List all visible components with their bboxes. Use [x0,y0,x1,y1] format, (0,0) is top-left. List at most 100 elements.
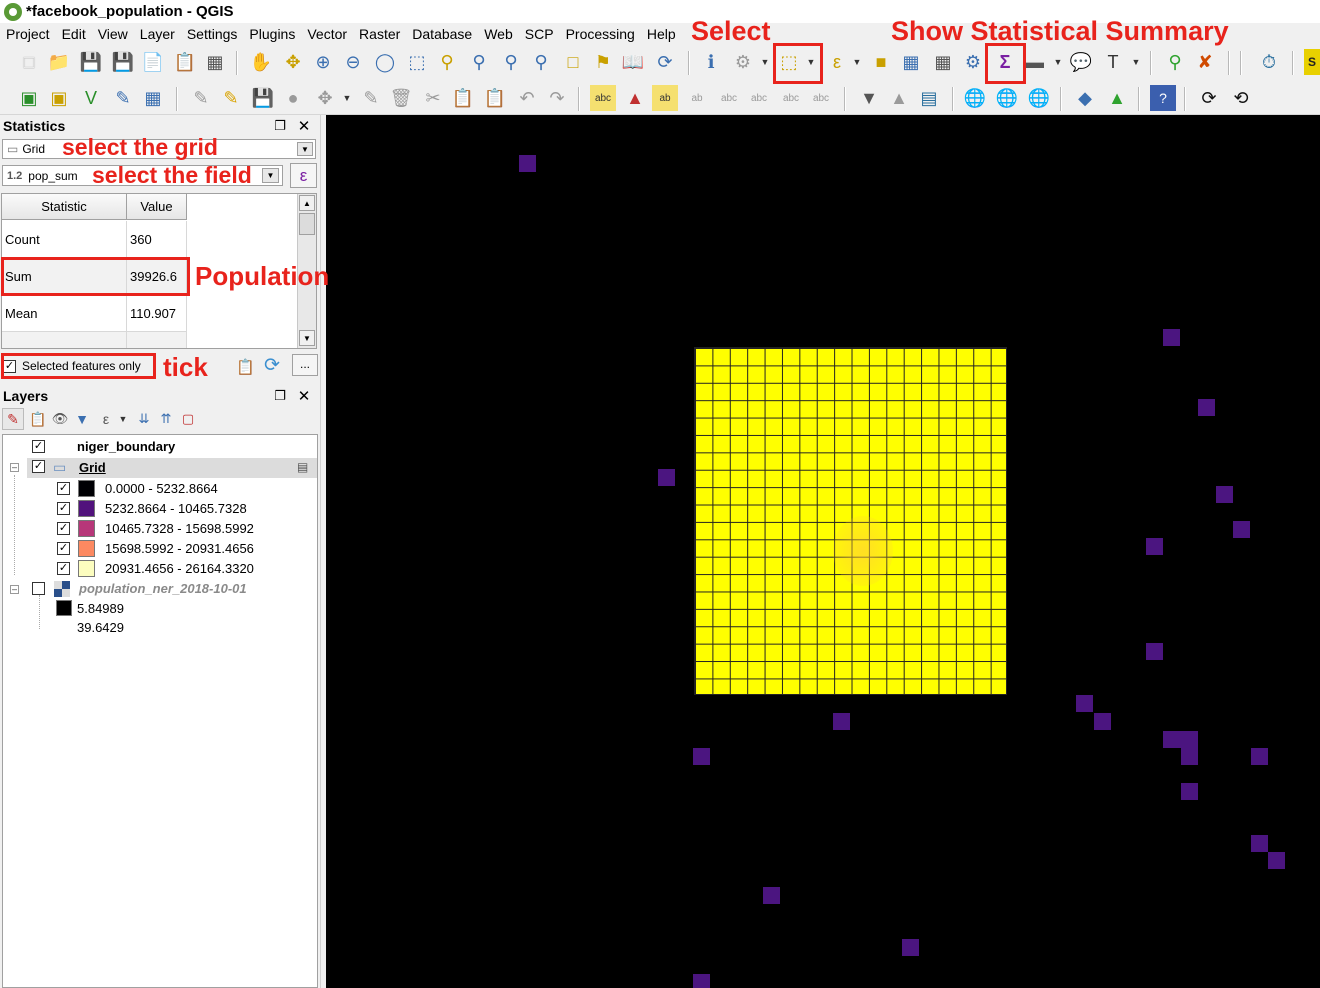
pan-to-selection-icon[interactable]: ✥ [280,49,306,75]
table-row[interactable]: Mean 110.907 [2,295,187,332]
grid-cell[interactable] [1076,695,1093,712]
rotate-clockwise-icon[interactable]: ⟳ [1196,85,1222,111]
menu-layer[interactable]: Layer [134,23,181,45]
save-edits-icon[interactable]: 💾 [250,85,276,111]
current-edits-icon[interactable]: ✎ [188,85,214,111]
table-row[interactable]: Count 360 [2,221,187,258]
map-canvas[interactable] [326,115,1320,988]
zoom-full-icon[interactable]: ⬚ [404,49,430,75]
grid-cell[interactable] [1251,748,1268,765]
grid-cell[interactable] [902,939,919,956]
grid-cell[interactable] [1268,852,1285,869]
new-map-view-icon[interactable]: □ [560,49,586,75]
collapse-all-icon[interactable]: ⇈ [156,408,176,430]
layer-niger-boundary[interactable]: niger_boundary [77,439,175,454]
grid-cell[interactable] [833,713,850,730]
layer-visibility-checkbox[interactable]: ✓ [32,460,45,473]
refresh-statistics-icon[interactable]: ⟳ [264,354,280,377]
rotate-counterclockwise-icon[interactable]: ⟲ [1228,85,1254,111]
zoom-to-layer-icon[interactable]: ⚲ [466,49,492,75]
python-console-icon[interactable]: ◆ [1072,85,1098,111]
copy-features-icon[interactable]: 📋 [450,85,476,111]
grid-cell[interactable] [1216,486,1233,503]
expression-button[interactable]: ε [290,163,317,188]
layer-population-raster[interactable]: population_ner_2018-10-01 [79,581,247,596]
statistics-options-button[interactable]: ... [292,354,318,376]
grid-cell[interactable] [1146,643,1163,660]
grid-cell[interactable] [1181,748,1198,765]
menu-project[interactable]: Project [0,23,56,45]
open-project-icon[interactable]: 📁 [46,49,72,75]
visibility-icon[interactable]: 👁 [50,408,70,430]
change-label-icon[interactable]: abc [808,85,834,111]
class-checkbox[interactable]: ✓ [57,542,70,555]
remove-layer-icon[interactable]: ▢ [178,408,198,430]
modify-attributes-icon[interactable]: ✎ [358,85,384,111]
scroll-up-icon[interactable]: ▲ [299,195,315,211]
float-panel-icon[interactable]: ❐ [272,388,288,404]
diagram-tool-icon[interactable]: ▲ [622,85,648,111]
digitize-icon[interactable]: ✎ [110,85,136,111]
search-icon[interactable]: ⚲ [1162,49,1188,75]
layer-visibility-checkbox[interactable] [32,582,45,595]
grid-cell[interactable] [693,974,710,988]
collapse-icon[interactable]: – [10,463,19,472]
close-panel-icon[interactable]: ✕ [296,117,312,135]
menu-database[interactable]: Database [406,23,478,45]
annotation-dropdown-icon[interactable]: ▼ [1131,49,1141,75]
label-tool-icon[interactable]: abc [590,85,616,111]
menu-scp[interactable]: SCP [519,23,560,45]
attribute-table-icon[interactable]: ▦ [898,49,924,75]
deselect-icon[interactable]: ■ [868,49,894,75]
refresh-icon[interactable]: ⟳ [652,49,678,75]
web-globe-icon[interactable]: 🌐 [962,85,988,111]
scroll-thumb[interactable] [299,213,315,235]
style-panel-icon[interactable]: ✎ [2,408,24,430]
zoom-in-icon[interactable]: ⊕ [310,49,336,75]
grid-cell[interactable] [763,887,780,904]
class-checkbox[interactable]: ✓ [57,502,70,515]
expand-all-icon[interactable]: ⇊ [134,408,154,430]
close-panel-icon[interactable]: ✕ [296,387,312,405]
float-panel-icon[interactable]: ❐ [272,118,288,134]
web-binoculars-icon[interactable]: 🌐 [1026,85,1052,111]
new-project-icon[interactable]: □ [16,49,42,75]
move-label-icon[interactable]: abc [746,85,772,111]
filter-indicator-icon[interactable]: ▤ [297,460,308,474]
filter-dropdown-icon[interactable]: ▼ [118,408,128,430]
grid-cell[interactable] [1163,329,1180,346]
class-checkbox[interactable]: ✓ [57,562,70,575]
menu-processing[interactable]: Processing [560,23,641,45]
add-vector-layer-icon[interactable]: ▣ [16,85,42,111]
layer-grid[interactable]: Grid [79,460,106,475]
menu-vector[interactable]: Vector [301,23,353,45]
filter-expression-icon[interactable]: ε [96,408,116,430]
add-group-icon[interactable]: 📋 [28,408,48,430]
grid-cell[interactable] [1163,731,1198,748]
vertex-tool-icon[interactable]: ✥ [312,85,338,111]
highlight-labels-icon[interactable]: ab [652,85,678,111]
save-project-icon[interactable]: 💾 [78,49,104,75]
db-manager-icon[interactable]: ▼ [856,85,882,111]
zoom-last-icon[interactable]: ⚲ [498,49,524,75]
save-as-icon[interactable]: 💾 [110,49,136,75]
help-icon[interactable]: ? [1150,85,1176,111]
scp-dock-icon[interactable]: ▲ [1104,85,1130,111]
chevron-down-icon[interactable]: ▼ [297,142,313,156]
column-header-value[interactable]: Value [127,194,187,220]
new-bookmark-icon[interactable]: ⚑ [590,49,616,75]
add-postgis-icon[interactable]: ▲ [886,85,912,111]
menu-plugins[interactable]: Plugins [243,23,301,45]
web-search-icon[interactable]: 🌐 [994,85,1020,111]
filter-legend-icon[interactable]: ▼ [72,408,92,430]
vertex-dropdown-icon[interactable]: ▼ [342,85,352,111]
timer-icon[interactable]: ⏱ [1256,49,1282,75]
grid-cell[interactable] [1181,783,1198,800]
grid-cell[interactable] [658,469,675,486]
zoom-out-icon[interactable]: ⊖ [340,49,366,75]
measure-dropdown-icon[interactable]: ▼ [1053,49,1063,75]
grid-cell[interactable] [519,155,536,172]
menu-help[interactable]: Help [641,23,682,45]
grid-cell[interactable] [1251,835,1268,852]
show-hide-labels-icon[interactable]: abc [716,85,742,111]
